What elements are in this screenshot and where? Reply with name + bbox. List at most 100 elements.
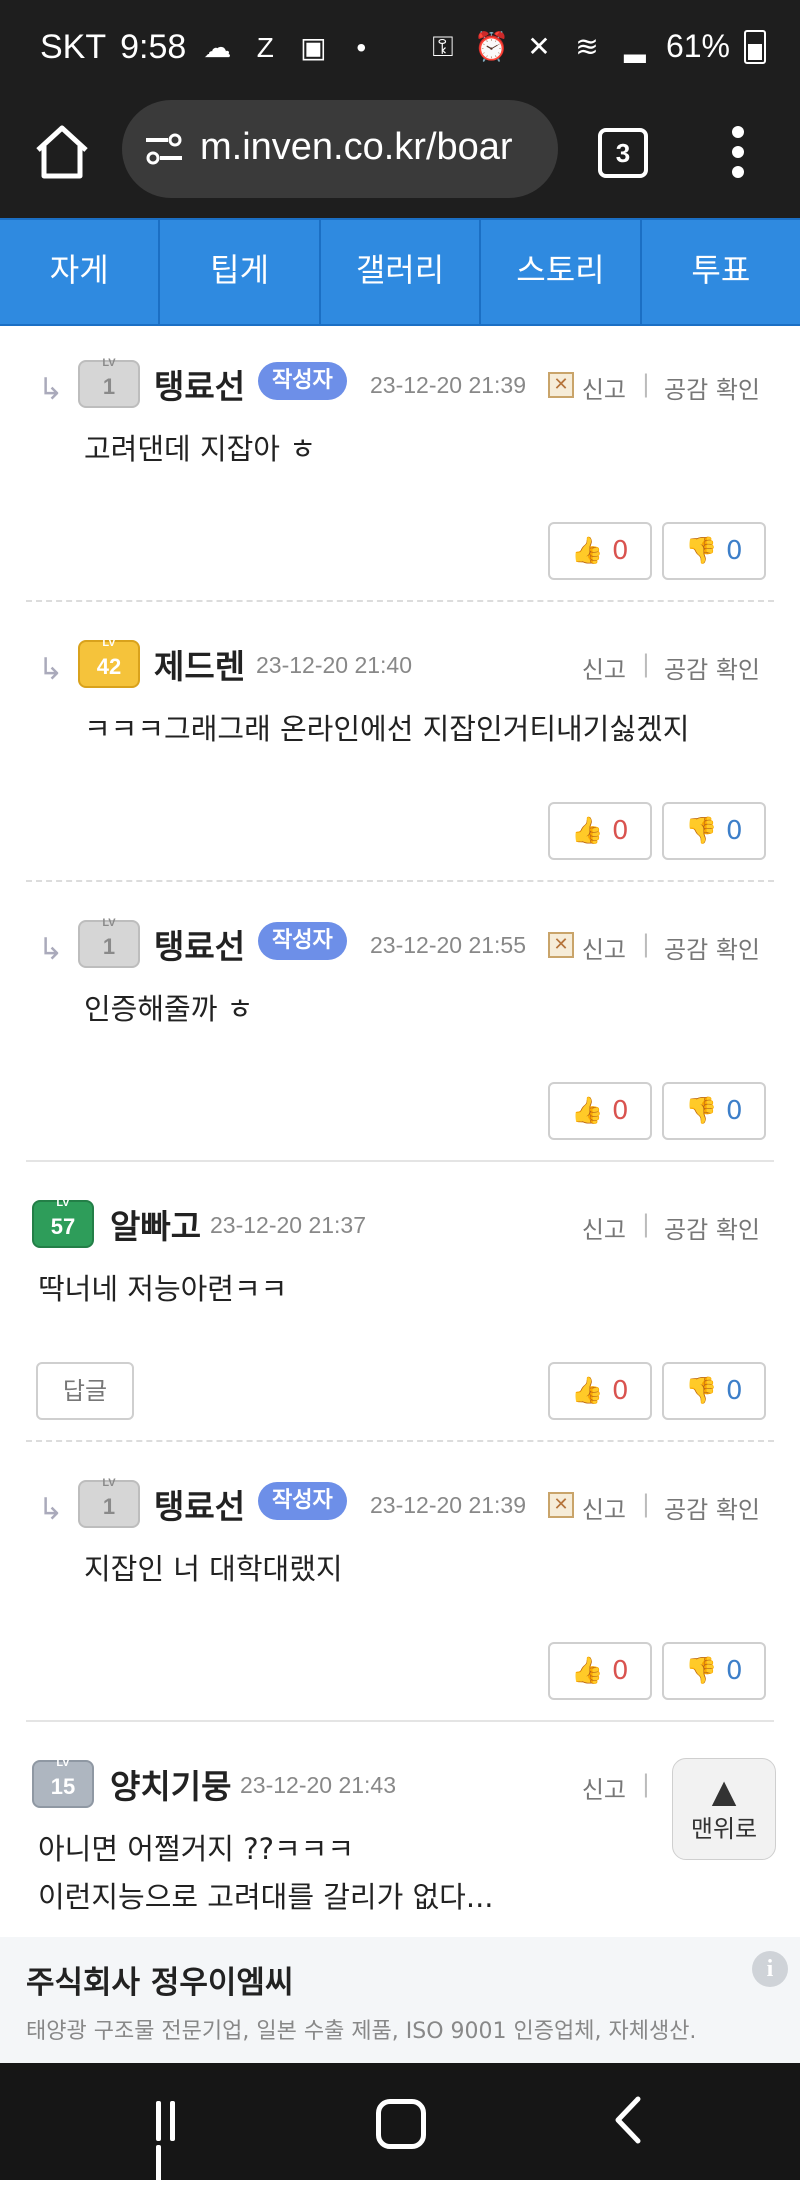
cloud-icon: ☁ [203, 31, 232, 63]
downvote-button[interactable]: 👎 0 [662, 1362, 766, 1420]
level-badge: 15 [32, 1756, 94, 1808]
downvote-button[interactable]: 👎 0 [662, 1082, 766, 1140]
reply-button[interactable]: 답글 [36, 1362, 134, 1420]
downvote-button[interactable]: 👎 0 [662, 522, 766, 580]
like-check-link[interactable]: 공감 확인 [664, 1210, 760, 1245]
clock: 9:58 [120, 28, 187, 66]
scroll-to-top-button[interactable]: ▲ 맨위로 [672, 1758, 776, 1860]
upvote-button[interactable]: 👍 0 [548, 1082, 652, 1140]
ad-title: 주식회사 정우이엠씨 [26, 1965, 294, 2001]
dot-icon: • [356, 31, 367, 63]
comment-item: ↳ 1 탱료선 작성자 23-12-20 21:39 ✕ 신고 | 공감 확인 … [26, 1474, 774, 1722]
like-check-link[interactable]: 공감 확인 [664, 930, 760, 965]
report-link[interactable]: 신고 [582, 1490, 626, 1525]
comment-text: ㅋㅋㅋ그래그래 온라인에선 지잡인거티내기싫겠지 [84, 712, 690, 746]
scroll-to-top-label: 맨위로 [690, 1815, 758, 1843]
level-badge: 57 [32, 1196, 94, 1248]
home-nav-icon[interactable] [376, 2099, 426, 2149]
downvote-count: 0 [726, 1656, 743, 1686]
upvote-button[interactable]: 👍 0 [548, 802, 652, 860]
upvote-count: 0 [612, 536, 629, 566]
comment-date: 23-12-20 21:43 [240, 1772, 397, 1798]
ad-banner[interactable]: 주식회사 정우이엠씨 태양광 구조물 전문기업, 일본 수출 제품, ISO 9… [0, 1937, 800, 2063]
divider: | [641, 1770, 650, 1798]
upvote-count: 0 [612, 1376, 629, 1406]
upvote-button[interactable]: 👍 0 [548, 1362, 652, 1420]
report-link[interactable]: 신고 [582, 1770, 626, 1805]
comment-text: 지잡인 너 대학대랬지 [84, 1552, 343, 1586]
tab-gallery[interactable]: 갤러리 [321, 220, 482, 324]
back-icon[interactable] [608, 2095, 648, 2145]
comment-author[interactable]: 양치기뭉 [110, 1760, 231, 1808]
downvote-button[interactable]: 👎 0 [662, 1642, 766, 1700]
board-nav: 자게 팁게 갤러리 스토리 투표 [0, 218, 800, 326]
comment-author[interactable]: 알빠고 [110, 1200, 201, 1248]
report-link[interactable]: 신고 [582, 650, 626, 685]
tab-free-board[interactable]: 자게 [0, 220, 161, 324]
address-bar[interactable]: m.inven.co.kr/boar [122, 100, 558, 198]
ad-description: 태양광 구조물 전문기업, 일본 수출 제품, ISO 9001 인증업체, 자… [26, 2019, 697, 2044]
comment-date: 23-12-20 21:39 [370, 1492, 527, 1518]
comment-text: 인증해줄까 ㅎ [84, 992, 254, 1026]
comment-author[interactable]: 탱료선 [154, 360, 245, 408]
info-icon[interactable]: i [752, 1951, 788, 1987]
comment-author[interactable]: 탱료선 [154, 920, 245, 968]
comment-item: 57 알빠고 23-12-20 21:37 신고 | 공감 확인 딱너네 저능아… [26, 1194, 774, 1442]
lock-icon: ⚿ [432, 30, 454, 62]
author-badge: 작성자 [258, 362, 347, 400]
author-badge: 작성자 [258, 922, 347, 960]
recent-apps-icon[interactable] [156, 2101, 196, 2185]
upvote-count: 0 [612, 816, 629, 846]
upvote-button[interactable]: 👍 0 [548, 522, 652, 580]
downvote-count: 0 [726, 816, 743, 846]
arrow-up-icon: ▲ [711, 1772, 737, 1810]
alarm-icon: ⏰ [473, 30, 509, 62]
comment-author[interactable]: 탱료선 [154, 1480, 245, 1528]
comment-date: 23-12-20 21:40 [256, 652, 413, 678]
report-link[interactable]: 신고 [582, 370, 626, 405]
battery-icon [744, 29, 766, 64]
more-menu-icon[interactable] [726, 122, 750, 182]
downvote-count: 0 [726, 1096, 743, 1126]
tab-vote[interactable]: 투표 [642, 220, 800, 324]
carrier-label: SKT [40, 28, 107, 66]
site-settings-icon[interactable] [144, 132, 184, 166]
upvote-count: 0 [612, 1096, 629, 1126]
divider: | [641, 930, 650, 958]
divider: | [641, 1210, 650, 1238]
comment-date: 23-12-20 21:37 [210, 1212, 367, 1238]
wifi-icon: ≋ [575, 30, 599, 62]
divider: | [641, 650, 650, 678]
level-badge: 42 [78, 636, 140, 688]
like-check-link[interactable]: 공감 확인 [664, 370, 760, 405]
upvote-button[interactable]: 👍 0 [548, 1642, 652, 1700]
block-icon[interactable]: ✕ [548, 372, 574, 398]
tab-switcher-button[interactable]: 3 [598, 128, 648, 178]
level-badge: 1 [78, 356, 140, 408]
like-check-link[interactable]: 공감 확인 [664, 650, 760, 685]
mute-icon: ✕ [527, 30, 551, 62]
like-check-link[interactable]: 공감 확인 [664, 1490, 760, 1525]
report-link[interactable]: 신고 [582, 1210, 626, 1245]
comment-text: 고려댄데 지잡아 ㅎ [84, 432, 316, 466]
battery-percent: 61% [665, 28, 730, 64]
reply-arrow-icon: ↳ [38, 1492, 64, 1527]
system-nav-bar [0, 2063, 800, 2185]
comment-text: 딱너네 저능아련ㅋㅋ [38, 1272, 288, 1306]
tab-tip-board[interactable]: 팁게 [160, 220, 321, 324]
comment-text: 아니면 어쩔거지 ??ㅋㅋㅋ [38, 1832, 355, 1866]
level-badge: 1 [78, 1476, 140, 1528]
reply-arrow-icon: ↳ [38, 652, 64, 687]
comment-list: ↳ 1 탱료선 작성자 23-12-20 21:39 ✕ 신고 | 공감 확인 … [0, 322, 800, 1937]
tab-story[interactable]: 스토리 [481, 220, 642, 324]
app-z-icon: Z [256, 31, 274, 63]
report-link[interactable]: 신고 [582, 930, 626, 965]
block-icon[interactable]: ✕ [548, 932, 574, 958]
comment-item: ↳ 1 탱료선 작성자 23-12-20 21:55 ✕ 신고 | 공감 확인 … [26, 914, 774, 1162]
comment-author[interactable]: 제드렌 [154, 640, 245, 688]
downvote-button[interactable]: 👎 0 [662, 802, 766, 860]
upvote-count: 0 [612, 1656, 629, 1686]
author-badge: 작성자 [258, 1482, 347, 1520]
block-icon[interactable]: ✕ [548, 1492, 574, 1518]
home-icon[interactable] [30, 120, 94, 184]
